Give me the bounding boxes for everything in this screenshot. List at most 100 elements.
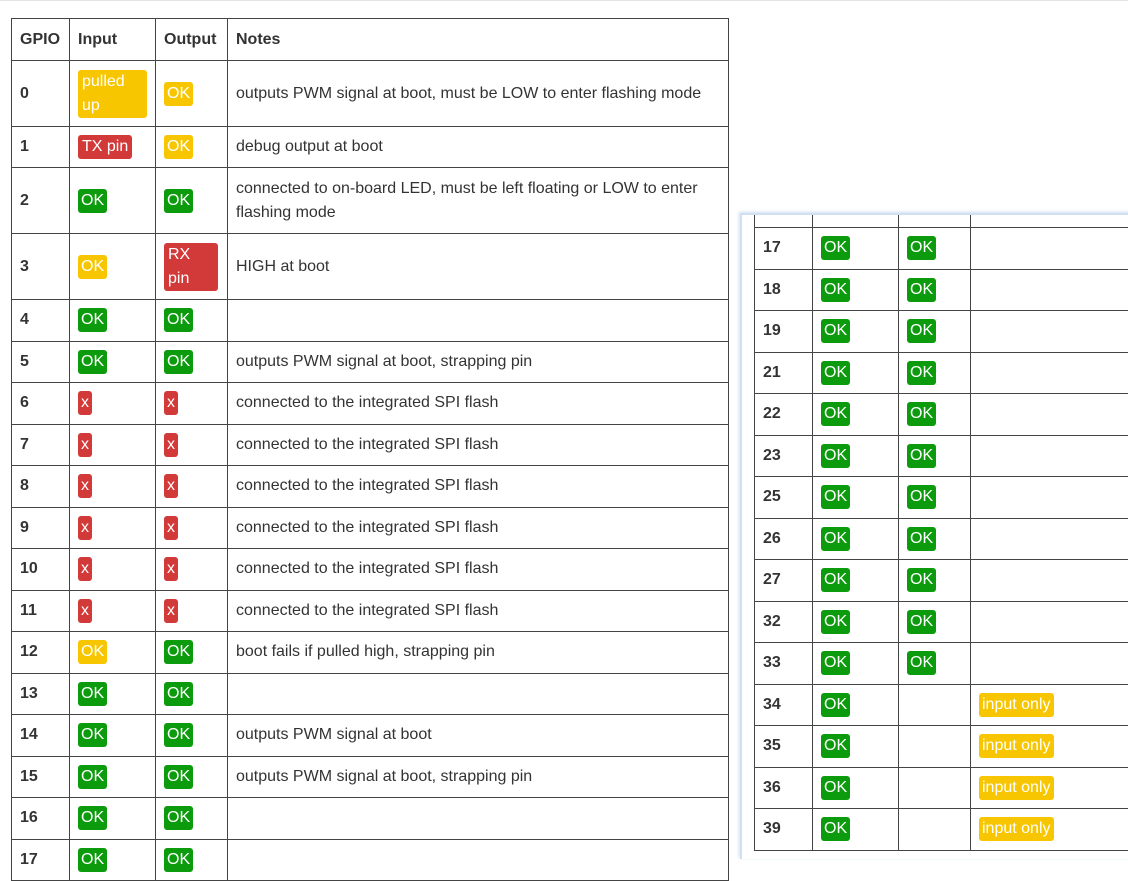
gpio-number: 9 [12, 507, 70, 549]
table-row-partial [755, 213, 1128, 228]
status-badge: OK [821, 361, 850, 385]
status-badge: x [164, 599, 178, 623]
cell-input: x [70, 383, 156, 425]
cell-output: OK [156, 715, 228, 757]
status-badge: x [78, 433, 92, 457]
cell-notes [971, 394, 1128, 436]
cell-output: OK [899, 352, 971, 394]
cell-input: OK [813, 601, 899, 643]
gpio-number: 13 [12, 673, 70, 715]
cell-output: OK [899, 601, 971, 643]
status-badge: RX pin [164, 243, 218, 291]
gpio-number: 32 [755, 601, 813, 643]
cell-input: OK [70, 341, 156, 383]
table-row: 4OKOK [12, 300, 729, 342]
status-badge: OK [821, 278, 850, 302]
cell-output: OK [899, 477, 971, 519]
cell-notes [971, 228, 1128, 270]
cell-empty [813, 213, 899, 228]
cell-notes [971, 560, 1128, 602]
cell-notes [228, 300, 729, 342]
cell-output: OK [899, 643, 971, 685]
cell-notes [971, 477, 1128, 519]
cell-input: OK [813, 809, 899, 851]
header-gpio: GPIO [12, 19, 70, 61]
status-badge: OK [821, 817, 850, 841]
table-row: 16OKOK [12, 798, 729, 840]
cell-notes: outputs PWM signal at boot, strapping pi… [228, 756, 729, 798]
cell-output: OK [899, 560, 971, 602]
gpio-number: 17 [12, 839, 70, 881]
table-row: 17OKOK [755, 228, 1128, 270]
gpio-number: 35 [755, 726, 813, 768]
cell-notes: connected to the integrated SPI flash [228, 549, 729, 591]
table-row: 39OKinput only [755, 809, 1128, 851]
status-badge: OK [821, 527, 850, 551]
status-badge: OK [78, 723, 107, 747]
cell-output: OK [899, 269, 971, 311]
status-badge: input only [979, 693, 1054, 717]
status-badge: OK [78, 308, 107, 332]
gpio-number: 7 [12, 424, 70, 466]
status-badge: OK [821, 402, 850, 426]
gpio-number: 15 [12, 756, 70, 798]
cell-input: OK [70, 300, 156, 342]
status-badge: OK [821, 568, 850, 592]
gpio-number: 2 [12, 168, 70, 234]
cell-notes: connected to the integrated SPI flash [228, 466, 729, 508]
header-input: Input [70, 19, 156, 61]
status-badge: x [78, 391, 92, 415]
status-badge: x [164, 391, 178, 415]
cell-output: x [156, 383, 228, 425]
table-row: 13OKOK [12, 673, 729, 715]
cell-input: OK [70, 756, 156, 798]
status-badge: OK [821, 651, 850, 675]
cell-empty [899, 213, 971, 228]
gpio-number: 18 [755, 269, 813, 311]
cell-empty [755, 213, 813, 228]
cell-output: OK [156, 127, 228, 168]
gpio-number: 6 [12, 383, 70, 425]
status-badge: OK [164, 350, 193, 374]
cell-output: OK [899, 394, 971, 436]
table-row: 8xxconnected to the integrated SPI flash [12, 466, 729, 508]
cell-input: OK [813, 560, 899, 602]
cell-input: OK [813, 269, 899, 311]
table-row: 19OKOK [755, 311, 1128, 353]
cell-notes: debug output at boot [228, 127, 729, 168]
table-row: 15OKOKoutputs PWM signal at boot, strapp… [12, 756, 729, 798]
status-badge: OK [907, 527, 936, 551]
cell-notes [228, 673, 729, 715]
table-row: 36OKinput only [755, 767, 1128, 809]
cell-input: OK [813, 477, 899, 519]
status-badge: OK [907, 568, 936, 592]
status-badge: OK [164, 765, 193, 789]
table-row: 35OKinput only [755, 726, 1128, 768]
cell-input: OK [70, 839, 156, 881]
page-top-divider [0, 0, 1128, 1]
gpio-number: 14 [12, 715, 70, 757]
gpio-pinout-table: GPIO Input Output Notes 0pulled upOKoutp… [11, 18, 729, 881]
status-badge: OK [907, 444, 936, 468]
table-row: 14OKOKoutputs PWM signal at boot [12, 715, 729, 757]
gpio-number: 21 [755, 352, 813, 394]
gpio-number: 3 [12, 234, 70, 300]
cell-output [899, 726, 971, 768]
gpio-number: 5 [12, 341, 70, 383]
cell-input: pulled up [70, 61, 156, 127]
cell-output [899, 809, 971, 851]
gpio-number: 11 [12, 590, 70, 632]
gpio-number: 19 [755, 311, 813, 353]
table-row: 2OKOKconnected to on-board LED, must be … [12, 168, 729, 234]
cell-input: OK [813, 518, 899, 560]
gpio-number: 26 [755, 518, 813, 560]
status-badge: x [164, 474, 178, 498]
cell-notes: connected to the integrated SPI flash [228, 383, 729, 425]
cell-output [899, 767, 971, 809]
status-badge: input only [979, 776, 1054, 800]
status-badge: x [78, 557, 92, 581]
gpio-number: 4 [12, 300, 70, 342]
cell-input: OK [813, 643, 899, 685]
cell-output: OK [899, 228, 971, 270]
cell-output [899, 684, 971, 726]
